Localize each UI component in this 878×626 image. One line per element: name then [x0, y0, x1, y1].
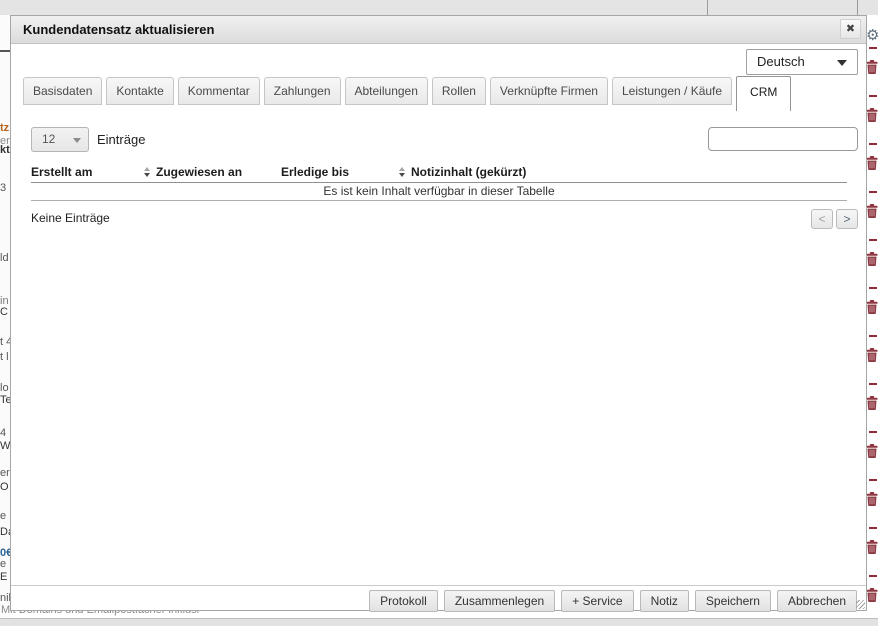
language-select[interactable]: Deutsch — [746, 49, 858, 75]
resize-handle[interactable] — [856, 600, 865, 609]
row-underline — [869, 527, 877, 529]
abbrechen-button[interactable]: Abbrechen — [777, 590, 857, 612]
page-text-fragment: e 1 — [0, 510, 10, 522]
search-input[interactable] — [708, 127, 858, 151]
page-text-fragment: C — [0, 306, 8, 318]
background-divider — [0, 50, 10, 52]
chevron-down-icon — [837, 60, 847, 66]
page-text-fragment: 4 — [0, 427, 6, 439]
column-header-label: Zugewiesen an — [156, 165, 242, 179]
trash-icon[interactable] — [866, 588, 878, 602]
column-header-erledige-bis[interactable]: Erledige bis — [281, 162, 411, 182]
trash-icon[interactable] — [866, 444, 878, 458]
row-underline — [869, 95, 877, 97]
page-text-fragment: t l — [0, 351, 9, 363]
page-text-fragment: tz — [0, 122, 9, 134]
row-underline — [869, 335, 877, 337]
page-text-fragment: nik — [0, 592, 10, 604]
background-column-divider — [857, 0, 858, 15]
row-underline — [869, 287, 877, 289]
trash-icon[interactable] — [866, 252, 878, 266]
row-underline — [869, 239, 877, 241]
modal-kundendatensatz: Kundendatensatz aktualisieren ✖ Deutsch … — [10, 15, 867, 611]
sort-icon[interactable] — [144, 167, 150, 177]
trash-icon[interactable] — [866, 204, 878, 218]
no-entries-label: Keine Einträge — [31, 211, 110, 225]
page-text-fragment: kt — [0, 144, 10, 156]
tab-kommentar[interactable]: Kommentar — [178, 77, 260, 105]
entries-label: Einträge — [97, 132, 145, 147]
page-text-fragment: Da — [0, 526, 10, 538]
sort-icon[interactable] — [399, 167, 405, 177]
language-select-value: Deutsch — [757, 50, 805, 74]
column-header-zugewiesen-an[interactable]: Zugewiesen an — [156, 162, 281, 182]
page-size-value: 12 — [42, 128, 55, 151]
zusammenlegen-button[interactable]: Zusammenlegen — [444, 590, 555, 612]
gear-icon[interactable]: ⚙ — [866, 26, 878, 44]
row-underline — [869, 575, 877, 577]
page-text-fragment: er — [0, 467, 10, 479]
footer-divider — [11, 585, 866, 586]
tab-crm[interactable]: CRM — [736, 76, 791, 111]
row-underline — [869, 47, 877, 49]
tab-kontakte[interactable]: Kontakte — [106, 77, 173, 105]
column-header-label: Notizinhalt (gekürzt) — [411, 165, 526, 179]
row-underline — [869, 191, 877, 193]
row-underline — [869, 143, 877, 145]
left-fragment-strip: tzervkt3ldinCt 4t lloTe4WaerOe 1Da0€e 1E… — [0, 15, 10, 618]
trash-column: ⚙ — [866, 0, 878, 626]
pagination: < > — [811, 209, 858, 229]
tab-zahlungen[interactable]: Zahlungen — [264, 77, 341, 105]
tab-rollen[interactable]: Rollen — [432, 77, 486, 105]
trash-icon[interactable] — [866, 60, 878, 74]
trash-icon[interactable] — [866, 348, 878, 362]
tab-bar: Basisdaten Kontakte Kommentar Zahlungen … — [23, 76, 854, 111]
page-size-select[interactable]: 12 — [31, 127, 89, 152]
background-column-divider — [707, 0, 708, 15]
trash-icon[interactable] — [866, 108, 878, 122]
page-text-fragment: Wa — [0, 440, 10, 452]
row-underline — [869, 431, 877, 433]
row-underline — [869, 383, 877, 385]
page-text-fragment: E — [0, 571, 7, 583]
background-page-header — [0, 0, 878, 15]
notiz-button[interactable]: Notiz — [640, 590, 689, 612]
screen: tzervkt3ldinCt 4t lloTe4WaerOe 1Da0€e 1E… — [0, 0, 878, 626]
column-header-label: Erstellt am — [31, 165, 92, 179]
trash-icon[interactable] — [866, 156, 878, 170]
page-text-fragment: e 1 — [0, 558, 10, 570]
trash-icon[interactable] — [866, 492, 878, 506]
table-empty-message: Es ist kein Inhalt verfügbar in dieser T… — [31, 183, 847, 201]
modal-title: Kundendatensatz aktualisieren — [23, 16, 214, 43]
footer-button-bar: Protokoll Zusammenlegen + Service Notiz … — [369, 590, 857, 612]
tab-leistungen-kaeufe[interactable]: Leistungen / Käufe — [612, 77, 732, 105]
chevron-down-icon — [73, 138, 81, 143]
page-text-fragment: Te — [0, 394, 10, 406]
column-header-erstellt-am[interactable]: Erstellt am — [31, 162, 156, 182]
trash-icon[interactable] — [866, 300, 878, 314]
row-underline — [869, 479, 877, 481]
page-text-fragment: O — [0, 481, 9, 493]
speichern-button[interactable]: Speichern — [695, 590, 771, 612]
trash-icon[interactable] — [866, 540, 878, 554]
tab-abteilungen[interactable]: Abteilungen — [345, 77, 428, 105]
background-footer-bar — [0, 618, 878, 626]
column-header-notizinhalt[interactable]: Notizinhalt (gekürzt) — [411, 162, 847, 182]
modal-titlebar: Kundendatensatz aktualisieren ✖ — [11, 16, 866, 44]
table-header-row: Erstellt am Zugewiesen an Erledige bis N… — [31, 162, 847, 183]
trash-icon[interactable] — [866, 396, 878, 410]
previous-page-button[interactable]: < — [811, 209, 833, 229]
tab-basisdaten[interactable]: Basisdaten — [23, 77, 102, 105]
page-text-fragment: ld — [0, 252, 9, 264]
page-text-fragment: 3 — [0, 182, 6, 194]
close-icon[interactable]: ✖ — [840, 19, 861, 39]
page-text-fragment: t 4 — [0, 336, 10, 348]
next-page-button[interactable]: > — [836, 209, 858, 229]
page-text-fragment: lo — [0, 382, 9, 394]
tab-verknuepfte-firmen[interactable]: Verknüpfte Firmen — [490, 77, 608, 105]
add-service-button[interactable]: + Service — [561, 590, 633, 612]
column-header-label: Erledige bis — [281, 165, 349, 179]
protokoll-button[interactable]: Protokoll — [369, 590, 438, 612]
